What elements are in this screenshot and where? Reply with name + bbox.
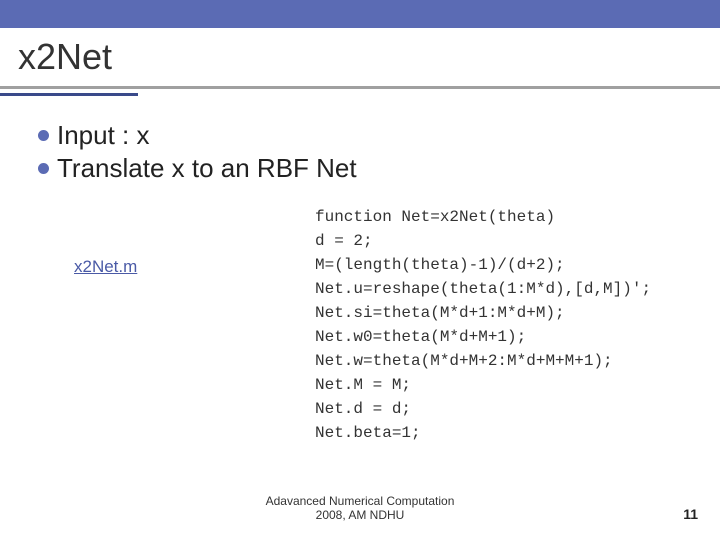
- code-line: function Net=x2Net(theta): [315, 208, 555, 226]
- bullet-dot-icon: [38, 130, 49, 141]
- code-line: Net.si=theta(M*d+1:M*d+M);: [315, 304, 565, 322]
- bullet-dot-icon: [38, 163, 49, 174]
- code-line: Net.d = d;: [315, 400, 411, 418]
- code-line: Net.u=reshape(theta(1:M*d),[d,M])';: [315, 280, 651, 298]
- footer-line-2: 2008, AM NDHU: [316, 508, 405, 522]
- source-file-link[interactable]: x2Net.m: [74, 257, 137, 277]
- code-line: Net.beta=1;: [315, 424, 421, 442]
- bullet-text: Input : x: [57, 120, 150, 151]
- slide-title: x2Net: [18, 36, 112, 78]
- code-line: Net.w0=theta(M*d+M+1);: [315, 328, 526, 346]
- header-accent-band: [0, 0, 720, 28]
- bullet-text: Translate x to an RBF Net: [57, 153, 357, 184]
- title-underline: [0, 86, 720, 96]
- title-underline-navy: [0, 93, 138, 96]
- code-line: d = 2;: [315, 232, 373, 250]
- bullet-item: Input : x: [38, 120, 357, 151]
- footer-line-1: Adavanced Numerical Computation: [266, 494, 455, 508]
- title-underline-gray: [0, 86, 720, 89]
- bullet-item: Translate x to an RBF Net: [38, 153, 357, 184]
- code-line: Net.w=theta(M*d+M+2:M*d+M+M+1);: [315, 352, 613, 370]
- code-line: Net.M = M;: [315, 376, 411, 394]
- footer: Adavanced Numerical Computation 2008, AM…: [0, 494, 720, 522]
- page-number: 11: [683, 506, 698, 522]
- code-block: function Net=x2Net(theta) d = 2; M=(leng…: [315, 205, 651, 445]
- bullet-list: Input : x Translate x to an RBF Net: [38, 120, 357, 186]
- code-line: M=(length(theta)-1)/(d+2);: [315, 256, 565, 274]
